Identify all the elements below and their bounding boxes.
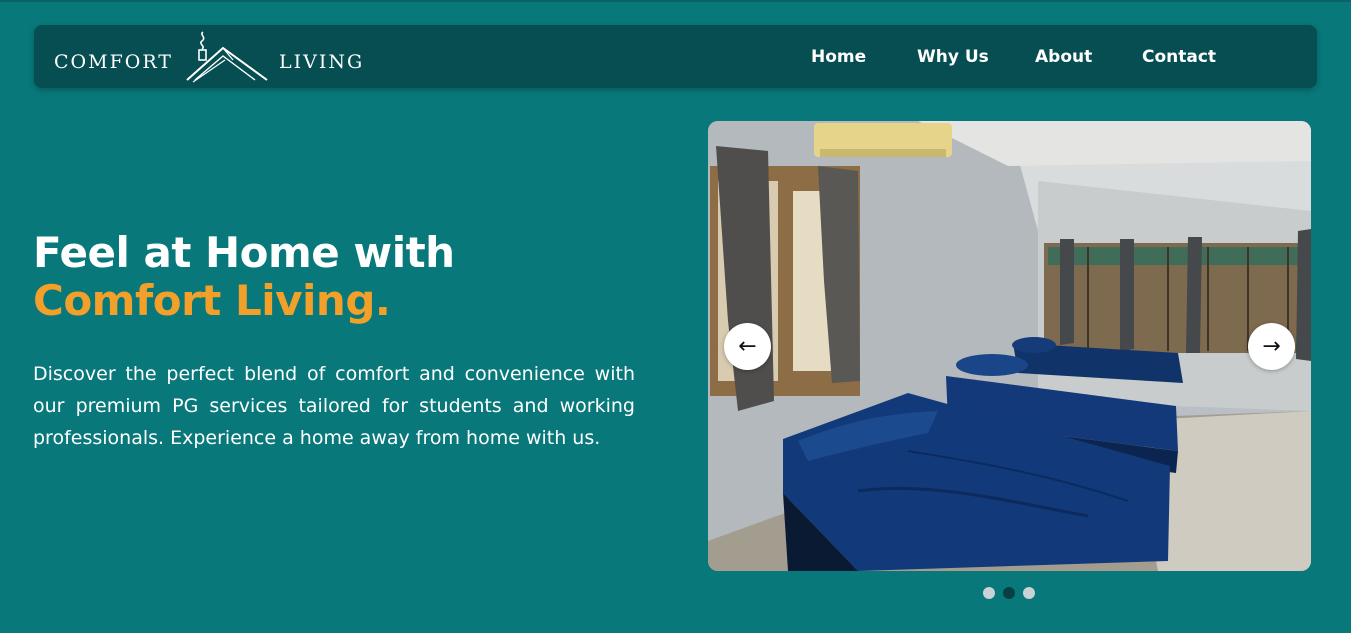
brand-word-left: COMFORT xyxy=(54,50,173,73)
carousel-dot-2[interactable] xyxy=(1003,587,1015,599)
navbar: COMFORT LIVING Home Why Us About Contact xyxy=(34,25,1317,88)
carousel-prev-button[interactable]: ← xyxy=(724,323,771,370)
nav-link-contact[interactable]: Contact xyxy=(1142,47,1216,67)
image-carousel: ← → xyxy=(708,121,1311,571)
nav-link-about[interactable]: About xyxy=(1035,47,1092,67)
top-edge-line xyxy=(0,0,1351,2)
carousel-dot-3[interactable] xyxy=(1023,587,1035,599)
carousel-indicators xyxy=(983,587,1035,599)
nav-link-home[interactable]: Home xyxy=(811,47,866,67)
house-roof-icon xyxy=(186,30,268,82)
hero-title-line1: Feel at Home with xyxy=(33,228,455,277)
hero-title: Feel at Home with Comfort Living. xyxy=(33,229,455,325)
arrow-left-icon: ← xyxy=(738,334,757,359)
room-with-blue-beds-photo xyxy=(708,121,1311,571)
brand-logo[interactable]: COMFORT LIVING xyxy=(54,25,364,88)
arrow-right-icon: → xyxy=(1262,334,1281,359)
nav-link-why-us[interactable]: Why Us xyxy=(917,47,989,67)
brand-word-right: LIVING xyxy=(278,50,365,73)
hero-title-line2: Comfort Living. xyxy=(33,276,391,325)
hero-description: Discover the perfect blend of comfort an… xyxy=(33,363,635,449)
carousel-next-button[interactable]: → xyxy=(1248,323,1295,370)
carousel-dot-1[interactable] xyxy=(983,587,995,599)
